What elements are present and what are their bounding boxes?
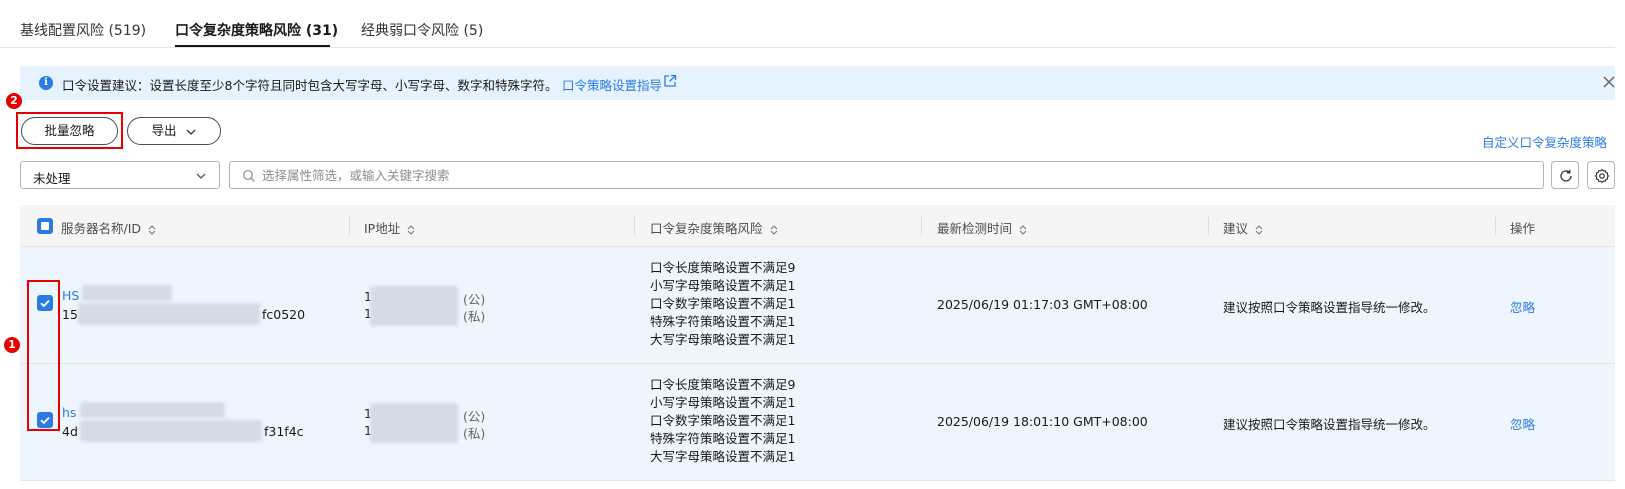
- password-policy-guide-link[interactable]: 口令策略设置指导: [562, 75, 662, 94]
- advice-text: 建议按照口令策略设置指导统一修改。: [1223, 300, 1436, 315]
- export-button[interactable]: 导出: [127, 117, 221, 145]
- risk-item: 小写字母策略设置不满足1: [650, 278, 796, 293]
- tab-password-complexity-risk[interactable]: 口令复杂度策略风险 (31): [175, 20, 338, 40]
- chevron-down-icon: [196, 173, 206, 179]
- server-name-link[interactable]: hs: [62, 405, 76, 420]
- column-divider: [1495, 217, 1496, 235]
- external-link-icon[interactable]: [663, 74, 677, 88]
- status-filter-select[interactable]: 未处理: [20, 161, 220, 189]
- status-filter-value: 未处理: [33, 171, 71, 186]
- risk-item: 特殊字符策略设置不满足1: [650, 314, 796, 329]
- server-name-link[interactable]: HS: [62, 288, 79, 303]
- sort-icon: [407, 224, 415, 235]
- risk-list: 口令长度策略设置不满足9 小写字母策略设置不满足1 口令数字策略设置不满足1 特…: [650, 259, 795, 349]
- advice-text: 建议按照口令策略设置指导统一修改。: [1223, 417, 1436, 432]
- sort-icon: [770, 224, 777, 235]
- sort-icon: [1019, 224, 1027, 235]
- risk-item: 口令长度策略设置不满足9: [650, 377, 796, 392]
- server-id-suffix: f31f4c: [264, 424, 304, 439]
- header-advice[interactable]: 建议: [1223, 218, 1264, 237]
- sort-icon: [148, 224, 156, 235]
- alert-message: 口令设置建议：设置长度至少8个字符且同时包含大写字母、小写字母、数字和特殊字符。: [62, 78, 558, 93]
- risk-item: 特殊字符策略设置不满足1: [650, 431, 796, 446]
- ignore-action-link[interactable]: 忽略: [1510, 297, 1535, 316]
- risk-list: 口令长度策略设置不满足9 小写字母策略设置不满足1 口令数字策略设置不满足1 特…: [650, 376, 795, 466]
- search-icon: [243, 170, 255, 182]
- redaction-mask: [370, 403, 458, 443]
- search-box: [229, 161, 1544, 189]
- callout-badge-1: 1: [4, 337, 20, 353]
- callout-badge-2: 2: [6, 93, 22, 109]
- header-server-name[interactable]: 服务器名称/ID: [61, 218, 157, 237]
- gear-icon: [1594, 168, 1610, 184]
- server-id-suffix: fc0520: [262, 307, 306, 322]
- tab-baseline-risk[interactable]: 基线配置风险 (519): [20, 20, 146, 40]
- server-id-prefix: 15: [62, 307, 78, 322]
- redaction-mask: [82, 285, 172, 301]
- settings-button[interactable]: [1587, 161, 1615, 189]
- redaction-mask: [78, 303, 260, 325]
- risk-item: 大写字母策略设置不满足1: [650, 332, 796, 347]
- risk-item: 口令数字策略设置不满足1: [650, 296, 796, 311]
- risk-tabs: 基线配置风险 (519) 口令复杂度策略风险 (31) 经典弱口令风险 (5): [0, 0, 1615, 48]
- password-advice-alert: i 口令设置建议：设置长度至少8个字符且同时包含大写字母、小写字母、数字和特殊字…: [20, 66, 1615, 100]
- select-all-checkbox[interactable]: [37, 218, 53, 234]
- header-action: 操作: [1510, 221, 1536, 236]
- batch-ignore-button[interactable]: 批量忽略: [21, 117, 118, 145]
- redaction-mask: [370, 286, 458, 326]
- private-ip-tag: (私): [463, 309, 486, 324]
- ignore-action-link[interactable]: 忽略: [1510, 414, 1535, 433]
- header-ip-address[interactable]: IP地址: [364, 218, 416, 237]
- sort-icon: [1255, 224, 1263, 235]
- header-complexity-risk[interactable]: 口令复杂度策略风险: [650, 218, 779, 237]
- risk-item: 口令数字策略设置不满足1: [650, 413, 796, 428]
- export-label: 导出: [151, 123, 177, 138]
- column-divider: [1208, 217, 1209, 235]
- column-divider: [634, 217, 635, 235]
- server-id-prefix: 4d: [62, 424, 78, 439]
- row-checkbox-highlight: [27, 280, 60, 431]
- custom-complexity-policy-link[interactable]: 自定义口令复杂度策略: [1482, 132, 1607, 151]
- table-header: 服务器名称/ID IP地址 口令复杂度策略风险 最新检测时间 建议 操作: [20, 205, 1615, 247]
- refresh-icon: [1560, 169, 1572, 182]
- info-icon: i: [39, 76, 53, 90]
- risk-item: 口令长度策略设置不满足9: [650, 260, 796, 275]
- redaction-mask: [80, 420, 262, 442]
- last-detected-time: 2025/06/19 18:01:10 GMT+08:00: [937, 414, 1148, 429]
- header-last-detected[interactable]: 最新检测时间: [937, 218, 1028, 237]
- close-icon[interactable]: [1600, 73, 1618, 91]
- active-tab-indicator: [175, 45, 330, 47]
- column-divider: [921, 217, 922, 235]
- risk-item: 大写字母策略设置不满足1: [650, 449, 796, 464]
- risk-item: 小写字母策略设置不满足1: [650, 395, 796, 410]
- column-divider: [349, 217, 350, 235]
- table-row: HS 15 fc0520 1 1 (公) (私) 口令长度策略设置不满足9 小写…: [20, 247, 1615, 364]
- tab-weak-password-risk[interactable]: 经典弱口令风险 (5): [361, 20, 483, 40]
- redaction-mask: [80, 402, 225, 418]
- table-row: hs 4d f31f4c 1 1 (公) (私) 口令长度策略设置不满足9 小写…: [20, 364, 1615, 481]
- private-ip-tag: (私): [463, 426, 486, 441]
- search-input[interactable]: [262, 164, 1532, 186]
- refresh-button[interactable]: [1551, 161, 1579, 189]
- last-detected-time: 2025/06/19 01:17:03 GMT+08:00: [937, 297, 1148, 312]
- chevron-down-icon: [186, 129, 195, 135]
